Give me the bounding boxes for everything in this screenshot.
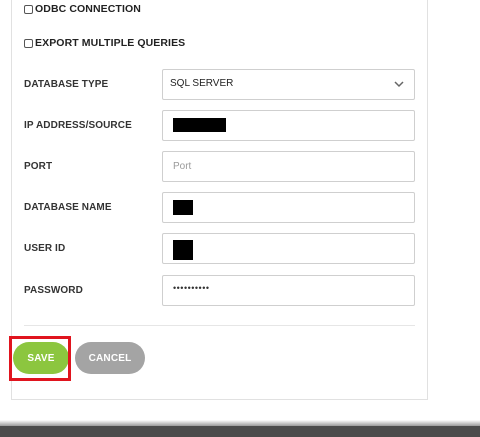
- ip-address-label: IP ADDRESS/SOURCE: [24, 120, 132, 131]
- chevron-down-icon: [394, 81, 404, 88]
- port-placeholder: Port: [173, 161, 192, 172]
- export-multiple-queries-label: EXPORT MULTIPLE QUERIES: [35, 37, 186, 49]
- port-label: PORT: [24, 161, 53, 172]
- database-name-input[interactable]: [162, 192, 415, 223]
- redacted-user-id: [173, 240, 193, 260]
- odbc-connection-checkbox[interactable]: [24, 4, 33, 14]
- user-id-label: USER ID: [24, 243, 66, 254]
- odbc-connection-label: ODBC CONNECTION: [35, 3, 141, 15]
- form-divider: [24, 325, 415, 326]
- window-bottom-bar: [0, 426, 480, 437]
- database-type-value: SQL SERVER: [170, 78, 234, 89]
- save-button-highlight: [9, 336, 71, 381]
- password-label: PASSWORD: [24, 285, 83, 296]
- database-type-label: DATABASE TYPE: [24, 79, 109, 90]
- user-id-input[interactable]: [162, 233, 415, 264]
- database-name-label: DATABASE NAME: [24, 202, 112, 213]
- redacted-database-name: [173, 200, 193, 215]
- redacted-ip-address: [173, 118, 226, 132]
- database-type-select[interactable]: SQL SERVER: [162, 69, 415, 100]
- export-multiple-queries-option[interactable]: EXPORT MULTIPLE QUERIES: [24, 37, 185, 49]
- password-input[interactable]: ••••••••••: [162, 275, 415, 306]
- ip-address-input[interactable]: [162, 110, 415, 141]
- cancel-button[interactable]: CANCEL: [75, 342, 145, 374]
- password-masked-value: ••••••••••: [173, 283, 210, 293]
- connection-settings-page: ODBC CONNECTION EXPORT MULTIPLE QUERIES …: [0, 0, 480, 437]
- export-multiple-queries-checkbox[interactable]: [24, 38, 33, 48]
- odbc-connection-option[interactable]: ODBC CONNECTION: [24, 3, 141, 15]
- port-input[interactable]: Port: [162, 151, 415, 182]
